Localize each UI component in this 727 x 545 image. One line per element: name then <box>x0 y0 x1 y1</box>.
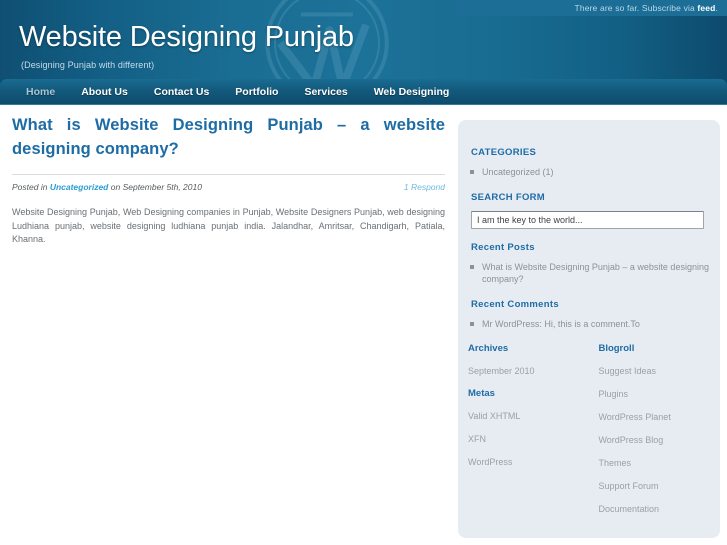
recent-comments-heading: Recent Comments <box>471 298 559 310</box>
meta-link-xfn[interactable]: XFN <box>468 434 486 444</box>
nav-link-portfolio[interactable]: Portfolio <box>222 79 291 105</box>
blogroll-link-plugins[interactable]: Plugins <box>598 389 628 399</box>
recent-comment-link[interactable]: Mr WordPress: Hi, this is a comment.To <box>482 319 640 329</box>
meta-link-wordpress[interactable]: WordPress <box>468 457 512 467</box>
post-meta-left: Posted in Uncategorized on September 5th… <box>12 182 202 192</box>
subscribe-text: There are so far. Subscribe via <box>574 3 698 13</box>
category-link-uncategorized[interactable]: Uncategorized (1) <box>482 167 554 177</box>
list-item[interactable]: Plugins <box>598 388 710 400</box>
main-navigation[interactable]: Home About Us Contact Us Portfolio Servi… <box>0 79 727 105</box>
list-item[interactable]: WordPress Blog <box>598 434 710 446</box>
list-item[interactable]: Suggest Ideas <box>598 365 710 377</box>
list-item[interactable]: WordPress Planet <box>598 411 710 423</box>
list-item[interactable]: XFN <box>468 433 598 445</box>
list-item[interactable]: WordPress <box>468 456 598 468</box>
post-category-link[interactable]: Uncategorized <box>50 182 109 192</box>
widget-archives: Archives September 2010 <box>468 343 598 377</box>
widget-blogroll: Blogroll Suggest Ideas Plugins WordPress… <box>598 343 710 515</box>
nav-link-contact-us[interactable]: Contact Us <box>141 79 222 105</box>
metas-heading: Metas <box>468 388 495 399</box>
recent-comments-list: Mr WordPress: Hi, this is a comment.To <box>468 318 710 331</box>
archive-link-september-2010[interactable]: September 2010 <box>468 366 535 376</box>
list-item[interactable]: Mr WordPress: Hi, this is a comment.To <box>468 318 710 331</box>
sidebar: CATEGORIES Uncategorized (1) SEARCH FORM… <box>458 120 720 538</box>
widget-search-form: SEARCH FORM <box>468 192 710 229</box>
sidebar-column-right: Blogroll Suggest Ideas Plugins WordPress… <box>598 343 710 526</box>
nav-item-web-designing[interactable]: Web Designing <box>361 79 463 105</box>
search-form-heading: SEARCH FORM <box>471 191 546 203</box>
nav-item-about-us[interactable]: About Us <box>68 79 141 105</box>
site-tagline: (Designing Punjab with different) <box>21 60 155 70</box>
list-item[interactable]: Support Forum <box>598 480 710 492</box>
meta-link-valid-xhtml[interactable]: Valid XHTML <box>468 411 520 421</box>
blogroll-list: Suggest Ideas Plugins WordPress Planet W… <box>598 365 710 515</box>
recent-posts-heading: Recent Posts <box>471 241 535 253</box>
feed-link[interactable]: feed <box>697 3 715 13</box>
blogroll-link-suggest-ideas[interactable]: Suggest Ideas <box>598 366 656 376</box>
blogroll-link-wordpress-planet[interactable]: WordPress Planet <box>598 412 670 422</box>
post-respond-link[interactable]: 1 Respond <box>404 182 445 192</box>
widget-recent-posts: Recent Posts What is Website Designing P… <box>468 242 710 286</box>
list-item[interactable]: What is Website Designing Punjab – a web… <box>468 261 710 286</box>
categories-list: Uncategorized (1) <box>468 166 710 179</box>
recent-posts-list: What is Website Designing Punjab – a web… <box>468 261 710 286</box>
sidebar-column-left: Archives September 2010 Metas Valid XHTM… <box>468 343 598 526</box>
post-meta-prefix: Posted in <box>12 182 50 192</box>
nav-item-contact-us[interactable]: Contact Us <box>141 79 222 105</box>
list-item[interactable]: Valid XHTML <box>468 410 598 422</box>
widget-metas: Metas Valid XHTML XFN WordPress <box>468 388 598 468</box>
recent-post-link[interactable]: What is Website Designing Punjab – a web… <box>482 262 709 285</box>
nav-item-home[interactable]: Home <box>13 79 68 105</box>
site-header: There are so far. Subscribe via feed. We… <box>0 0 727 105</box>
blogroll-link-themes[interactable]: Themes <box>598 458 631 468</box>
categories-heading: CATEGORIES <box>471 147 537 158</box>
blogroll-link-support-forum[interactable]: Support Forum <box>598 481 658 491</box>
nav-list: Home About Us Contact Us Portfolio Servi… <box>0 79 727 105</box>
post-meta-date: on September 5th, 2010 <box>108 182 202 192</box>
blogroll-link-wordpress-blog[interactable]: WordPress Blog <box>598 435 663 445</box>
subscribe-suffix: . <box>715 3 718 13</box>
post-meta: Posted in Uncategorized on September 5th… <box>12 174 445 192</box>
site-title[interactable]: Website Designing Punjab <box>19 21 354 54</box>
nav-item-services[interactable]: Services <box>291 79 360 105</box>
list-item[interactable]: September 2010 <box>468 365 598 377</box>
search-input[interactable] <box>471 210 704 229</box>
nav-item-portfolio[interactable]: Portfolio <box>222 79 291 105</box>
list-item[interactable]: Uncategorized (1) <box>468 166 710 179</box>
metas-list: Valid XHTML XFN WordPress <box>468 410 598 468</box>
nav-link-web-designing[interactable]: Web Designing <box>361 79 463 105</box>
archives-list: September 2010 <box>468 365 598 377</box>
blogroll-heading: Blogroll <box>598 343 635 354</box>
subscribe-bar: There are so far. Subscribe via feed. <box>455 0 727 16</box>
nav-link-home[interactable]: Home <box>13 79 68 105</box>
widget-categories: CATEGORIES Uncategorized (1) <box>468 147 710 179</box>
main-content: What is Website Designing Punjab – a web… <box>12 113 445 256</box>
nav-link-about-us[interactable]: About Us <box>68 79 141 105</box>
widget-recent-comments: Recent Comments Mr WordPress: Hi, this i… <box>468 299 710 331</box>
blogroll-link-documentation[interactable]: Documentation <box>598 504 659 514</box>
sidebar-columns: Archives September 2010 Metas Valid XHTM… <box>468 343 710 526</box>
nav-link-services[interactable]: Services <box>291 79 360 105</box>
list-item[interactable]: Themes <box>598 457 710 469</box>
list-item[interactable]: Documentation <box>598 503 710 515</box>
post-body: Website Designing Punjab, Web Designing … <box>12 207 445 244</box>
post-title[interactable]: What is Website Designing Punjab – a web… <box>12 113 445 161</box>
archives-heading: Archives <box>468 343 509 354</box>
